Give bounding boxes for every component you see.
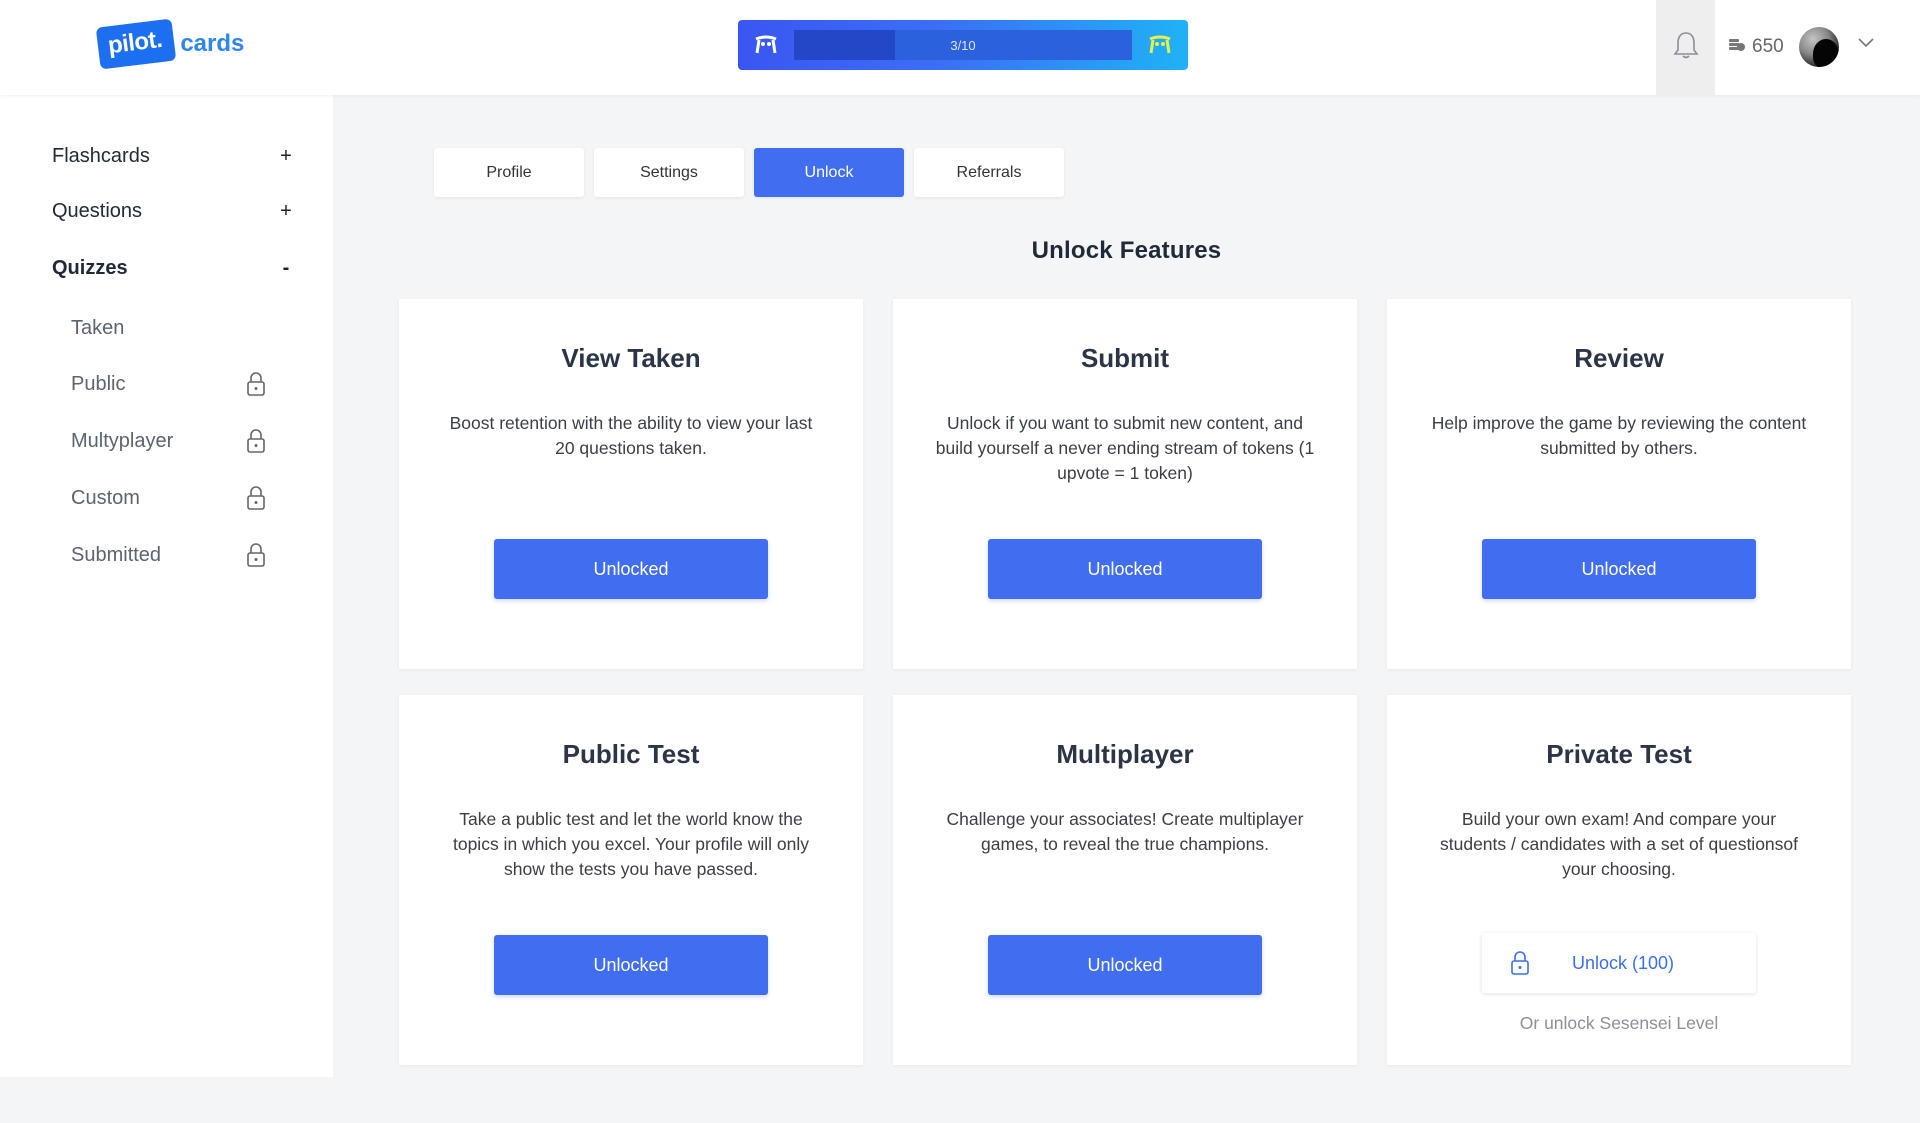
chevron-down-icon[interactable] xyxy=(1857,36,1875,54)
unlocked-button[interactable]: Unlocked xyxy=(1482,539,1756,599)
sidebar-item-label: Multyplayer xyxy=(71,429,174,452)
sidebar-item-flashcards[interactable]: Flashcards + xyxy=(52,145,292,168)
sidebar-item-label: Questions xyxy=(52,200,143,222)
lock-icon xyxy=(246,542,266,568)
card-description: Boost retention with the ability to view… xyxy=(449,413,813,458)
sidebar: Flashcards + Questions + Quizzes - Taken… xyxy=(0,95,333,1077)
logo[interactable]: pilot. cards xyxy=(95,18,245,70)
notifications-button[interactable] xyxy=(1656,0,1715,95)
unlock-button[interactable]: Unlock (100) xyxy=(1482,933,1756,993)
card-description: Challenge your associates! Create multip… xyxy=(946,809,1304,854)
lock-icon xyxy=(246,485,266,511)
sidebar-item-multyplayer[interactable]: Multyplayer xyxy=(71,428,266,454)
progress-bar: 3/10 xyxy=(793,30,1133,60)
sidebar-item-quizzes[interactable]: Quizzes - xyxy=(52,257,292,280)
card-description: Help improve the game by reviewing the c… xyxy=(1431,413,1807,458)
token-count: 650 xyxy=(1752,36,1784,57)
coins-icon xyxy=(1728,36,1746,58)
feature-card-private-test: Private Test Build your own exam! And co… xyxy=(1387,695,1851,1065)
feature-card-multiplayer: Multiplayer Challenge your associates! C… xyxy=(893,695,1357,1065)
top-header: pilot. cards 3/10 650 xyxy=(0,0,1920,95)
card-title: Public Test xyxy=(562,739,700,769)
unlock-button-label: Unlock (100) xyxy=(1571,952,1675,973)
tab-unlock[interactable]: Unlock xyxy=(754,148,904,197)
unlocked-button[interactable]: Unlocked xyxy=(494,539,768,599)
feature-card-review: Review Help improve the game by reviewin… xyxy=(1387,299,1851,669)
alt-unlock-link[interactable]: Or unlock Sesensei Level xyxy=(1387,1013,1851,1034)
quiz-progress: 3/10 xyxy=(738,20,1188,70)
page-title: Unlock Features xyxy=(1031,237,1222,264)
sidebar-item-questions[interactable]: Questions + xyxy=(52,200,292,223)
card-description: Unlock if you want to submit new content… xyxy=(935,413,1315,483)
collapse-icon[interactable]: - xyxy=(280,257,292,280)
progress-text: 3/10 xyxy=(950,37,976,53)
card-title: Submit xyxy=(1080,343,1170,373)
token-balance: 650 xyxy=(1728,36,1784,58)
mascot-right-icon xyxy=(1132,20,1188,70)
mascot-left-icon xyxy=(738,20,794,70)
sidebar-item-custom[interactable]: Custom xyxy=(71,485,266,511)
feature-card-public-test: Public Test Take a public test and let t… xyxy=(399,695,863,1065)
sidebar-item-taken[interactable]: Taken xyxy=(71,317,266,340)
unlocked-button[interactable]: Unlocked xyxy=(988,935,1262,995)
feature-card-submit: Submit Unlock if you want to submit new … xyxy=(893,299,1357,669)
card-title: Review xyxy=(1574,343,1664,373)
sidebar-item-label: Taken xyxy=(71,317,125,339)
sidebar-item-label: Custom xyxy=(71,486,140,509)
sidebar-item-label: Public xyxy=(71,372,126,395)
sidebar-item-submitted[interactable]: Submitted xyxy=(71,542,266,568)
lock-icon xyxy=(246,428,266,454)
card-description: Take a public test and let the world kno… xyxy=(452,809,809,879)
tab-profile[interactable]: Profile xyxy=(434,148,584,197)
unlocked-button[interactable]: Unlocked xyxy=(494,935,768,995)
card-description: Build your own exam! And compare your st… xyxy=(1440,809,1798,879)
tab-referrals[interactable]: Referrals xyxy=(914,148,1064,197)
avatar[interactable] xyxy=(1799,27,1839,67)
card-title: Private Test xyxy=(1546,739,1692,769)
lock-icon xyxy=(1510,950,1530,976)
sidebar-item-public[interactable]: Public xyxy=(71,371,266,397)
expand-icon[interactable]: + xyxy=(280,145,292,168)
sidebar-item-label: Flashcards xyxy=(52,145,150,167)
unlocked-button[interactable]: Unlocked xyxy=(988,539,1262,599)
bell-icon xyxy=(1672,30,1700,65)
feature-card-view-taken: View Taken Boost retention with the abil… xyxy=(399,299,863,669)
logo-badge: pilot. xyxy=(95,18,177,70)
lock-icon xyxy=(246,371,266,397)
logo-text: cards xyxy=(180,30,245,57)
sidebar-item-label: Submitted xyxy=(71,543,162,566)
card-title: View Taken xyxy=(561,343,701,373)
expand-icon[interactable]: + xyxy=(280,200,292,223)
card-title: Multiplayer xyxy=(1056,739,1194,769)
sidebar-item-label: Quizzes xyxy=(52,257,128,279)
tab-settings[interactable]: Settings xyxy=(594,148,744,197)
